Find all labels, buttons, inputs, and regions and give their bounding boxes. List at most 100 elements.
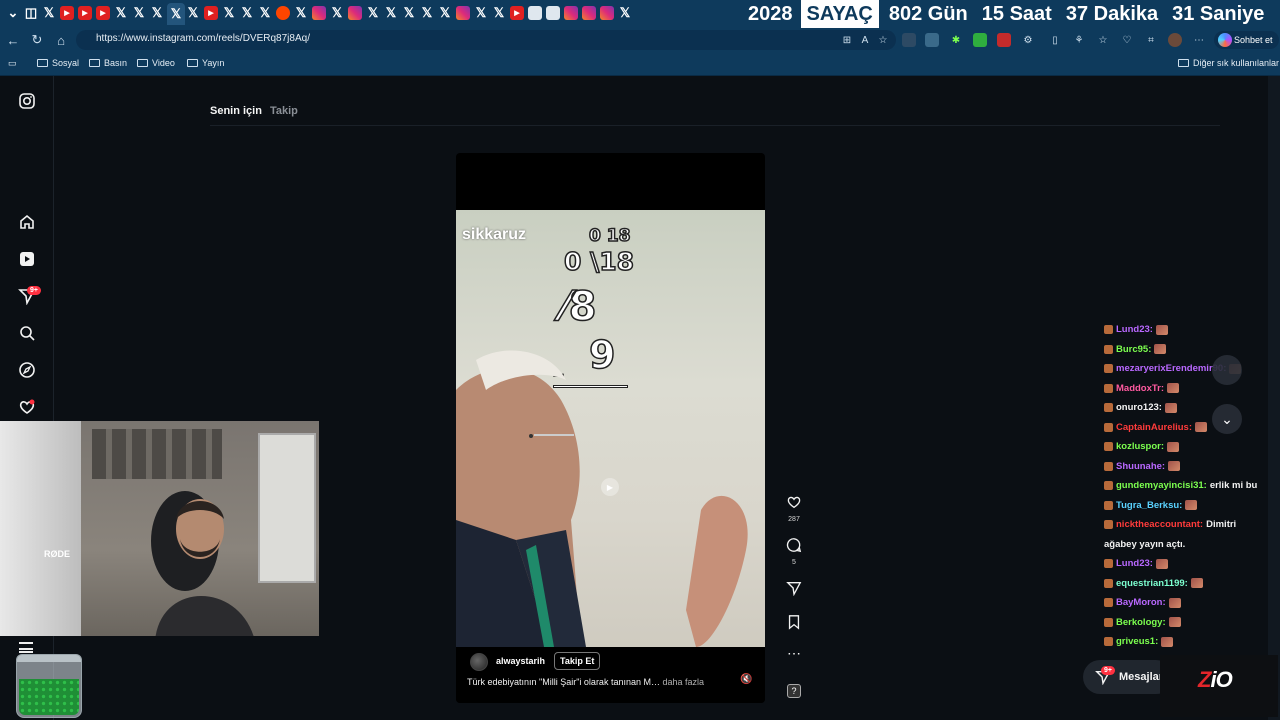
browser-tab[interactable]: 𝕏 [365,5,381,21]
sidebar-toggle-icon[interactable]: ▭ [8,58,17,69]
browser-tab[interactable]: ▶ [95,5,111,21]
browser-tab[interactable]: 𝕏 [329,5,345,21]
bookmark-folder[interactable]: Sosyal [37,58,79,68]
browser-tab[interactable]: 𝕏 [167,3,185,25]
browser-tab[interactable]: ▶ [509,5,525,21]
browser-tab[interactable]: ◫ [23,5,39,21]
browser-tab[interactable]: ▶ [203,5,219,21]
reel-player[interactable]: sikkaruz 0 18 0 \18 ⁄8 9 _ ▶ alwaystarih… [456,153,765,703]
browser-tab[interactable]: 𝕏 [149,5,165,21]
bookmark-folder[interactable]: Basın [89,58,127,68]
chat-username[interactable]: Lund23: [1116,558,1153,569]
profile-avatar[interactable] [1168,33,1182,47]
refresh-icon[interactable]: ↻ [29,32,45,48]
browser-tab[interactable]: ▶ [59,5,75,21]
instagram-logo-icon[interactable] [18,92,36,110]
reel-video[interactable]: sikkaruz 0 18 0 \18 ⁄8 9 _ ▶ [456,210,765,647]
split-screen-icon[interactable]: ▯ [1048,33,1062,47]
chat-username[interactable]: BayMoron: [1116,597,1166,608]
follow-button[interactable]: Takip Et [554,652,601,670]
favorite-star-icon[interactable]: ☆ [876,33,890,47]
chat-username[interactable]: Burc95: [1116,344,1151,355]
browser-tab[interactable] [599,5,615,21]
reel-author-avatar[interactable] [470,653,488,671]
bookmark-folder[interactable]: Video [137,58,175,68]
chat-username[interactable]: Shuunahe: [1116,461,1165,472]
like-button[interactable]: 287 [781,494,807,523]
browser-tab[interactable] [563,5,579,21]
browser-essentials-icon[interactable]: ⚘ [1072,33,1086,47]
read-aloud-icon[interactable]: A [858,33,872,47]
browser-tab[interactable]: 𝕏 [113,5,129,21]
mute-icon[interactable]: 🔇 [740,674,752,685]
favorites-icon[interactable]: ☆ [1096,33,1110,47]
browser-tab[interactable] [275,5,291,21]
chat-username[interactable]: equestrian1199: [1116,578,1188,589]
chat-username[interactable]: Tugra_Berksu: [1116,500,1182,511]
chat-username[interactable]: Berkology: [1116,617,1166,628]
chevron-down-icon[interactable]: ⌄ [1212,404,1242,434]
save-button[interactable] [781,614,807,635]
chat-username[interactable]: mezaryerixErendemir90: [1116,363,1226,374]
browser-tab[interactable]: 𝕏 [293,5,309,21]
comment-button[interactable]: 5 [781,537,807,566]
browser-tab[interactable]: 𝕏 [491,5,507,21]
reel-author-name[interactable]: alwaystarih [496,656,545,666]
browser-tab[interactable] [581,5,597,21]
browser-tab[interactable]: 𝕏 [131,5,147,21]
audio-thumbnail[interactable]: ? [787,684,801,698]
browser-tab[interactable]: 𝕏 [185,5,201,21]
extension-icon[interactable] [925,33,939,47]
scroll-up-button[interactable] [1212,355,1242,385]
chat-username[interactable]: kozluspor: [1116,441,1164,452]
reels-icon[interactable] [18,250,36,268]
browser-tab[interactable]: 𝕏 [617,5,633,21]
chat-username[interactable]: gundemyayincisi31: [1116,480,1207,491]
back-icon[interactable]: ← [5,32,21,48]
share-button[interactable] [781,580,807,601]
browser-tab[interactable]: 𝕏 [401,5,417,21]
chat-username[interactable]: MaddoxTr: [1116,383,1164,394]
browser-tab[interactable] [545,5,561,21]
other-bookmarks-folder[interactable]: Diğer sık kullanılanlar [1178,58,1279,68]
extension-icon[interactable] [973,33,987,47]
more-link[interactable]: daha fazla [662,677,704,687]
copilot-chat-button[interactable]: Sohbet et [1214,31,1279,49]
extensions-icon[interactable]: ⚙ [1021,33,1035,47]
more-options-icon[interactable]: ⋯ [781,646,807,660]
browser-tab[interactable]: 𝕏 [239,5,255,21]
search-icon[interactable] [18,324,36,342]
browser-tab[interactable]: ⌄ [5,5,21,21]
extension-icon[interactable] [902,33,916,47]
browser-tab[interactable] [455,5,471,21]
chat-username[interactable]: nicktheaccountant: [1116,519,1203,530]
chat-username[interactable]: onuro123: [1116,402,1162,413]
browser-tab[interactable] [311,5,327,21]
screenshot-icon[interactable]: ⌗ [1144,33,1158,47]
browser-tab[interactable]: 𝕏 [41,5,57,21]
home-icon[interactable] [18,213,36,231]
browser-tab[interactable]: 𝕏 [437,5,453,21]
browser-tab[interactable] [527,5,543,21]
chat-username[interactable]: CaptainAurelius: [1116,422,1192,433]
more-menu-icon[interactable]: ⋯ [1192,33,1206,47]
health-icon[interactable]: ♡ [1120,33,1134,47]
page-scrollbar[interactable] [1268,76,1280,720]
browser-tab[interactable] [347,5,363,21]
browser-tab[interactable]: ▶ [77,5,93,21]
browser-tab[interactable]: 𝕏 [257,5,273,21]
browser-tab[interactable]: 𝕏 [221,5,237,21]
notifications-heart-icon[interactable] [18,398,36,416]
tab-following[interactable]: Takip [270,105,298,117]
tab-for-you[interactable]: Senin için [210,105,262,117]
extension-icon[interactable]: ✱ [949,33,963,47]
browser-tab[interactable]: 𝕏 [473,5,489,21]
home-icon[interactable]: ⌂ [53,32,69,48]
app-available-icon[interactable]: ⊞ [840,33,854,47]
browser-tab[interactable]: 𝕏 [419,5,435,21]
play-icon[interactable]: ▶ [601,478,619,496]
browser-tab[interactable]: 𝕏 [383,5,399,21]
bookmark-folder[interactable]: Yayın [187,58,224,68]
hamburger-menu-icon[interactable] [19,642,33,653]
chat-username[interactable]: Lund23: [1116,324,1153,335]
